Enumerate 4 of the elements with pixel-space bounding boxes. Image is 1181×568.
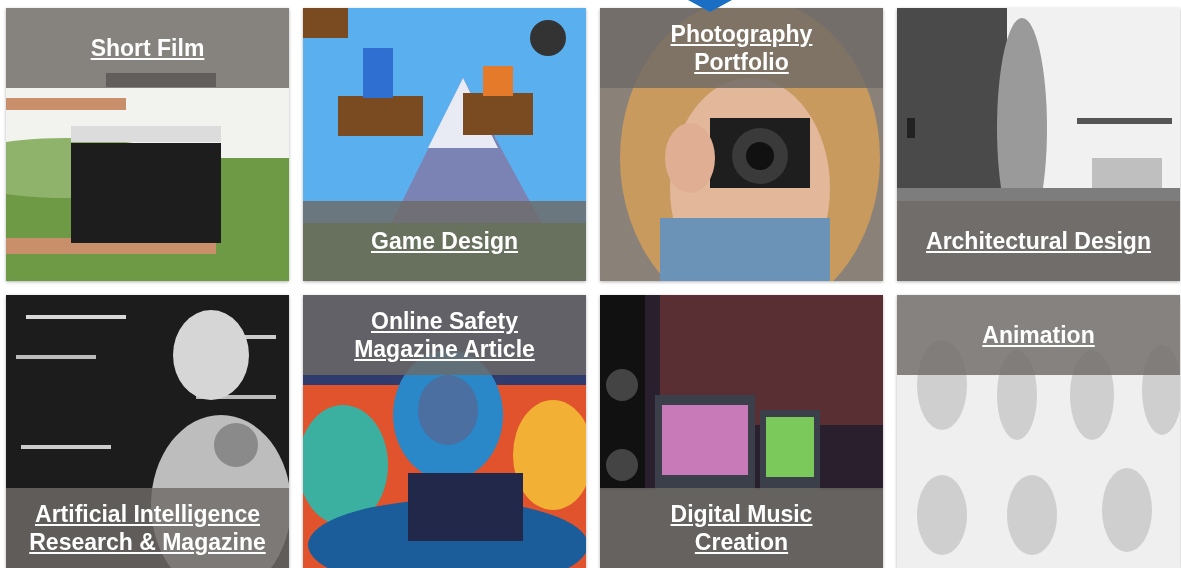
- tile-link[interactable]: Short Film: [90, 34, 205, 62]
- tile-link[interactable]: Photography Portfolio: [670, 20, 813, 76]
- tile-link[interactable]: Animation: [982, 321, 1095, 349]
- tile-link[interactable]: Artificial Intelligence Research & Magazine: [29, 500, 266, 556]
